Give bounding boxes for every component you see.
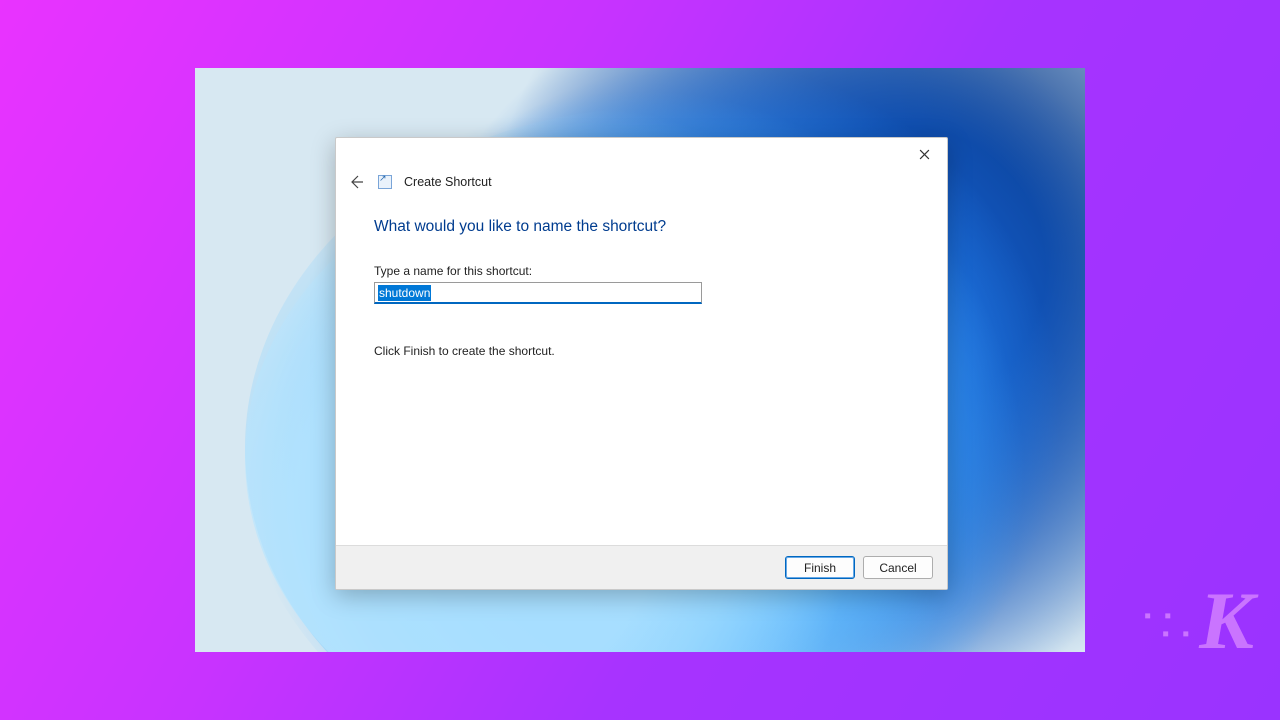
page-heading: What would you like to name the shortcut…: [374, 218, 909, 236]
site-watermark: ▪ ▪ ▪ ▪ K: [1144, 574, 1250, 668]
shortcut-name-value: shutdown: [378, 285, 431, 301]
close-icon: [919, 149, 930, 160]
help-text: Click Finish to create the shortcut.: [374, 344, 909, 358]
cancel-button[interactable]: Cancel: [863, 556, 933, 579]
name-field-label: Type a name for this shortcut:: [374, 264, 909, 278]
create-shortcut-dialog: Create Shortcut What would you like to n…: [335, 137, 948, 590]
shortcut-name-input[interactable]: shutdown: [374, 282, 702, 304]
shortcut-icon: [378, 175, 392, 189]
wizard-title: Create Shortcut: [404, 175, 492, 189]
back-button[interactable]: [346, 172, 366, 192]
close-button[interactable]: [901, 138, 947, 170]
finish-button[interactable]: Finish: [785, 556, 855, 579]
back-arrow-icon: [348, 174, 364, 190]
dialog-footer: Finish Cancel: [336, 545, 947, 589]
wizard-header: Create Shortcut: [336, 160, 947, 198]
